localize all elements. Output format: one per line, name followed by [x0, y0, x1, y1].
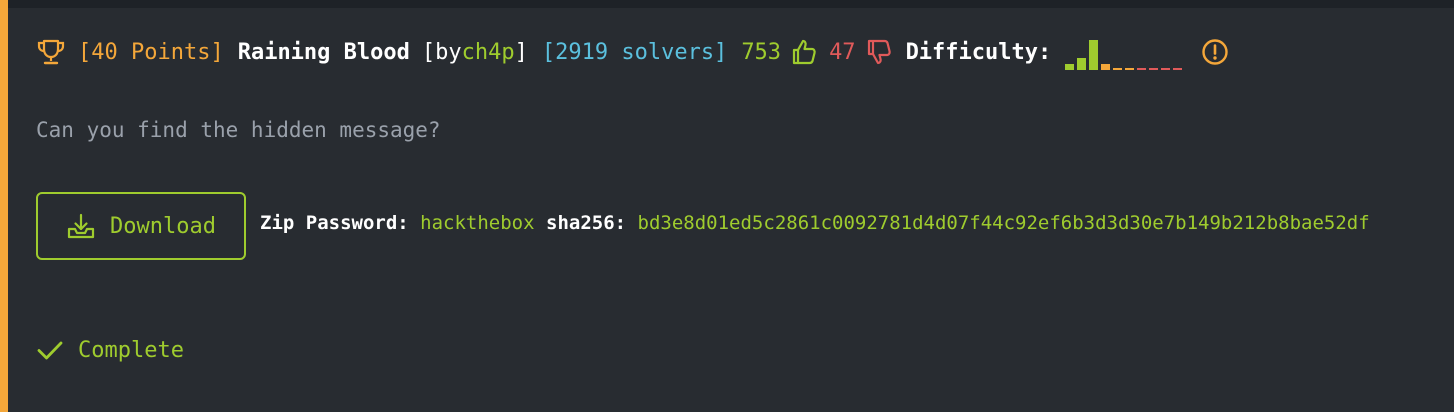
file-meta: Zip Password: hackthebox sha256: bd3e8d0… — [260, 212, 1370, 234]
difficulty-bar — [1077, 58, 1087, 70]
zip-password-value: hackthebox — [420, 212, 535, 234]
trophy-icon — [37, 39, 65, 65]
difficulty-bar — [1173, 68, 1183, 70]
status-label: Complete — [78, 337, 184, 363]
author-link[interactable]: ch4p — [462, 40, 515, 65]
thumbs-up-icon[interactable] — [791, 38, 817, 66]
top-divider — [8, 0, 1454, 8]
difficulty-label: Difficulty: — [905, 39, 1052, 65]
zip-password-label: Zip Password: — [260, 212, 409, 234]
difficulty-bar — [1125, 68, 1135, 70]
difficulty-bar — [1149, 68, 1159, 70]
completion-status: Complete — [36, 336, 184, 364]
sha256-label: sha256: — [546, 212, 627, 234]
difficulty-bar — [1161, 68, 1171, 70]
download-label: Download — [110, 213, 216, 239]
by-suffix: ] — [514, 39, 528, 65]
by-prefix: [by — [421, 39, 462, 65]
check-icon — [37, 341, 63, 360]
challenge-name: Raining Blood — [237, 39, 410, 65]
challenge-card: [40 Points] Raining Blood [by ch4p] [291… — [0, 0, 1454, 412]
difficulty-chart[interactable] — [1065, 30, 1187, 74]
solvers-count[interactable]: [2919 solvers] — [542, 40, 727, 65]
difficulty-bar — [1065, 64, 1075, 70]
download-icon — [67, 213, 95, 239]
challenge-header: [40 Points] Raining Blood [by ch4p] [291… — [36, 30, 1229, 74]
difficulty-bar — [1113, 68, 1123, 70]
dislikes-count: 47 — [829, 39, 856, 65]
accent-bar — [0, 0, 8, 412]
likes-count: 753 — [741, 39, 782, 65]
difficulty-bar — [1101, 64, 1111, 70]
info-icon[interactable] — [1201, 38, 1229, 66]
challenge-description: Can you find the hidden message? — [36, 118, 441, 142]
download-button[interactable]: Download — [36, 192, 246, 260]
difficulty-bar — [1089, 40, 1099, 70]
sha256-value: bd3e8d01ed5c2861c0092781d4d07f44c92ef6b3… — [637, 212, 1370, 234]
difficulty-bar — [1137, 68, 1147, 70]
thumbs-down-icon[interactable] — [866, 38, 892, 66]
points-label: [40 Points] — [78, 39, 224, 65]
